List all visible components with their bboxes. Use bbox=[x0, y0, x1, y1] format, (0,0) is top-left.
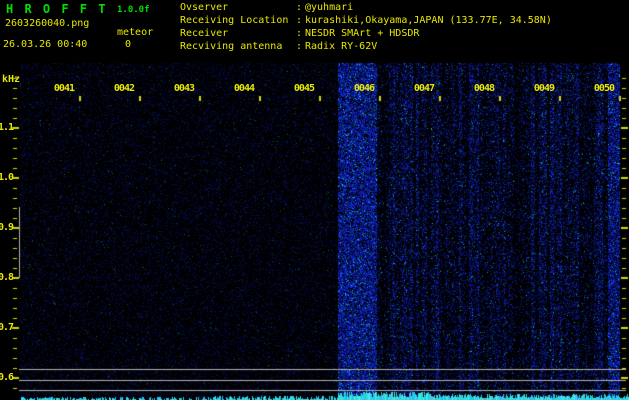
info-separator: : bbox=[293, 27, 305, 40]
time-tick-label: 0047 bbox=[396, 83, 434, 95]
output-filename: 2603260040.png bbox=[5, 18, 89, 29]
info-separator: : bbox=[293, 1, 305, 14]
info-value: Radix RY-62V bbox=[305, 40, 377, 53]
meteor-count-value: 0 bbox=[125, 39, 131, 50]
time-tick-label: 0043 bbox=[156, 83, 194, 95]
frequency-tick-label: 0.8 bbox=[0, 272, 13, 284]
timestamp: 26.03.26 00:40 bbox=[3, 39, 87, 50]
time-tick-label: 0042 bbox=[96, 83, 134, 95]
info-row: Recviving antenna:Radix RY-62V bbox=[180, 40, 552, 53]
info-label: Ovserver bbox=[180, 1, 293, 14]
app-title: H R O F F T bbox=[6, 2, 107, 16]
info-value: kurashiki,Okayama,JAPAN (133.77E, 34.58N… bbox=[305, 14, 552, 27]
info-row: Receiver:NESDR SMArt + HDSDR bbox=[180, 27, 552, 40]
frequency-tick-label: 0.9 bbox=[0, 222, 13, 234]
frequency-tick-label: 1.1 bbox=[0, 122, 13, 134]
time-tick-label: 0048 bbox=[456, 83, 494, 95]
time-tick-label: 0049 bbox=[516, 83, 554, 95]
info-value: @yuhmari bbox=[305, 1, 353, 14]
info-row: Ovserver:@yuhmari bbox=[180, 1, 552, 14]
frequency-tick-label: 1.0 bbox=[0, 172, 13, 184]
info-label: Recviving antenna bbox=[180, 40, 293, 53]
info-separator: : bbox=[293, 14, 305, 27]
meteor-counter-label: meteor bbox=[117, 27, 153, 38]
hrofft-window: H R O F F T 1.0.0f 2603260040.png meteor… bbox=[0, 0, 629, 400]
time-tick-label: 0046 bbox=[336, 83, 374, 95]
frequency-tick-label: 0.6 bbox=[0, 372, 13, 384]
info-row: Receiving Location:kurashiki,Okayama,JAP… bbox=[180, 14, 552, 27]
info-value: NESDR SMArt + HDSDR bbox=[305, 27, 419, 40]
spectrogram-canvas bbox=[0, 0, 629, 400]
time-tick-label: 0044 bbox=[216, 83, 254, 95]
time-tick-label: 0050 bbox=[576, 83, 614, 95]
frequency-axis-unit: kHz bbox=[2, 74, 20, 85]
observer-info-block: Ovserver:@yuhmariReceiving Location:kura… bbox=[180, 1, 552, 53]
time-tick-label: 0041 bbox=[36, 83, 74, 95]
time-tick-label: 0045 bbox=[276, 83, 314, 95]
info-separator: : bbox=[293, 40, 305, 53]
frequency-tick-label: 0.7 bbox=[0, 322, 13, 334]
app-version: 1.0.0f bbox=[117, 5, 150, 15]
info-label: Receiving Location bbox=[180, 14, 293, 27]
info-label: Receiver bbox=[180, 27, 293, 40]
